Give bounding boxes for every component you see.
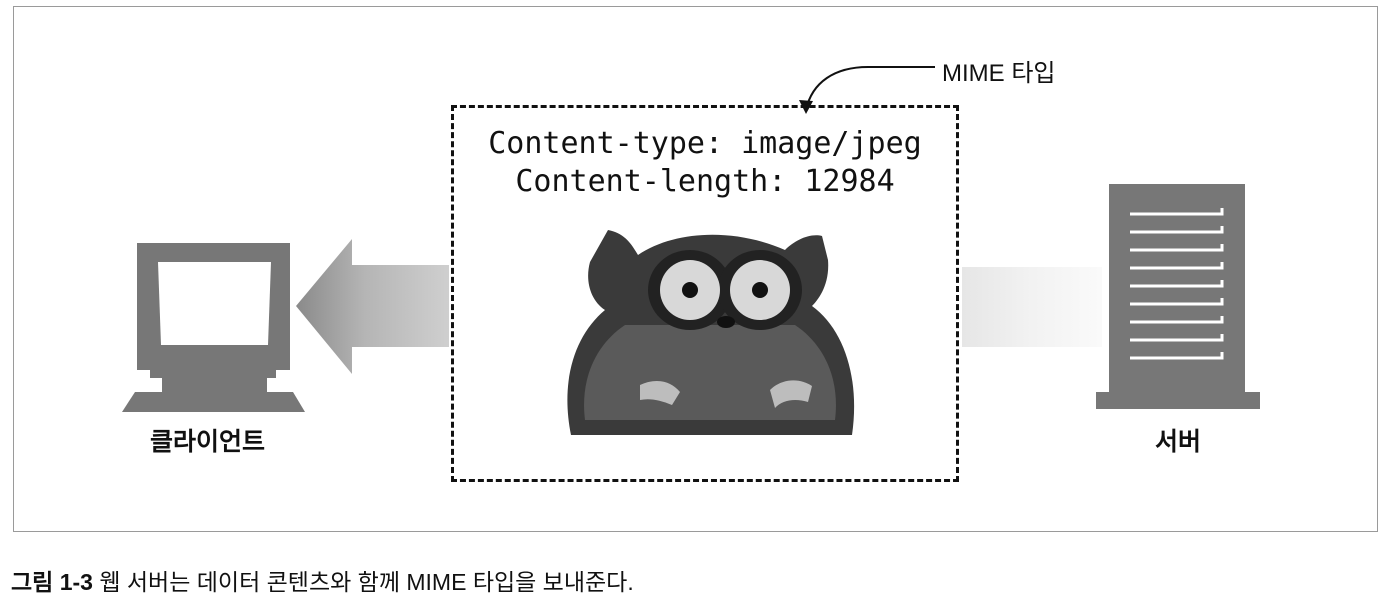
computer-monitor-icon — [122, 243, 305, 412]
server-tower-icon — [1096, 184, 1260, 409]
server-label: 서버 — [1155, 427, 1202, 456]
left-arrow-icon — [296, 239, 449, 374]
content-type-header: Content-type: image/jpeg — [488, 126, 922, 161]
caption-text: 웹 서버는 데이터 콘텐츠와 함께 MIME 타입을 보내준다. — [92, 569, 634, 595]
figure-caption: 그림 1-3 웹 서버는 데이터 콘텐츠와 함께 MIME 타입을 보내준다. — [11, 563, 634, 597]
http-payload-box: Content-type: image/jpeg Content-length:… — [451, 105, 959, 482]
figure-number: 그림 1-3 — [11, 569, 93, 595]
content-length-header: Content-length: 12984 — [515, 164, 895, 199]
mime-type-annotation: MIME 타입 — [942, 60, 1056, 87]
client-label: 클라이언트 — [150, 427, 266, 456]
server-trail — [962, 267, 1102, 347]
